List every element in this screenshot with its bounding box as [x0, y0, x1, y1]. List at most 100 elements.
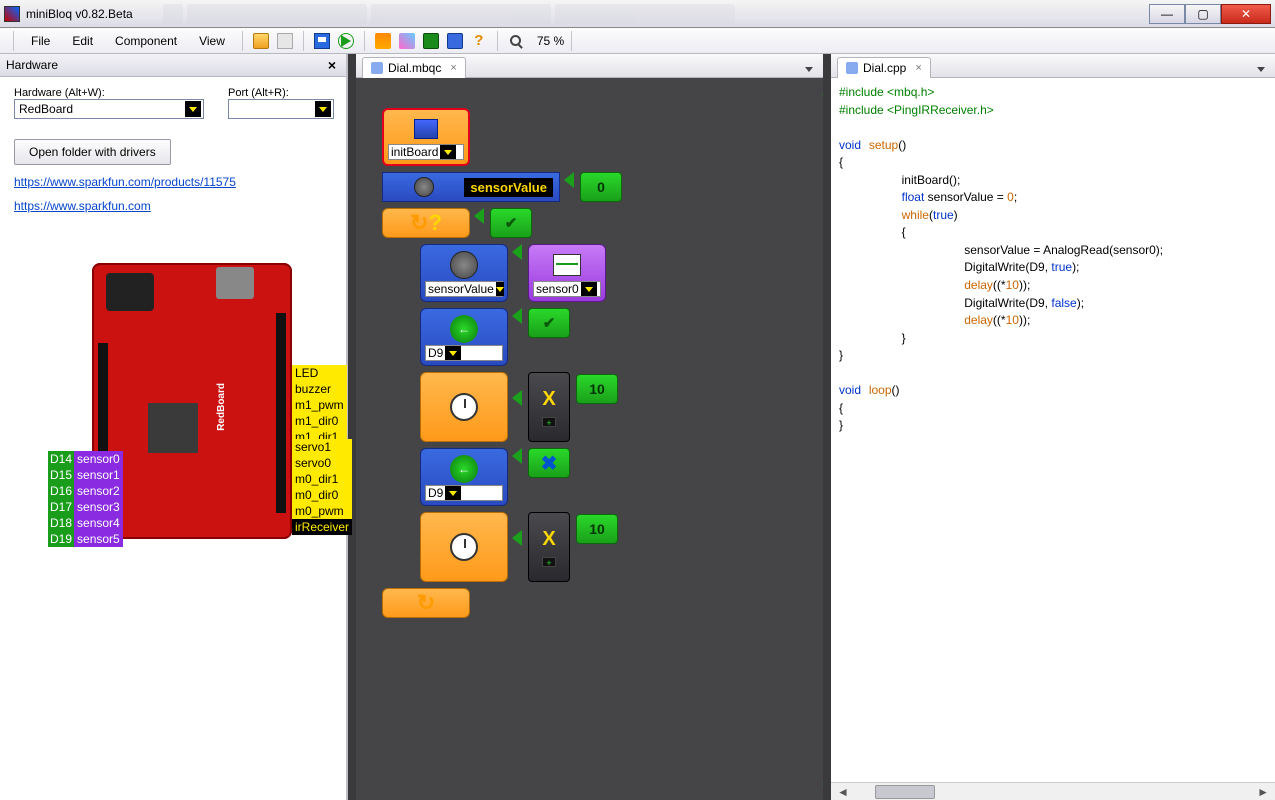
chevron-down-icon — [315, 101, 331, 117]
check-icon: ✔ — [543, 314, 556, 332]
pin-label: m1_pwm — [292, 397, 347, 413]
arrow-left-icon: ← — [450, 455, 478, 483]
block-canvas[interactable]: initBoard sensorValue 0 ↻ ? ✔ — [356, 78, 823, 800]
chevron-down-icon[interactable] — [445, 346, 461, 360]
block-digital-write-d9-false[interactable]: ← D9 — [420, 448, 508, 506]
pin-label: m1_dir0 — [292, 413, 347, 429]
menu-component[interactable]: Component — [105, 31, 187, 51]
maximize-button[interactable]: ▢ — [1185, 4, 1221, 24]
product-link[interactable]: https://www.sparkfun.com/products/11575 — [14, 175, 332, 189]
block-delay-2[interactable] — [420, 512, 508, 582]
file-icon — [846, 62, 858, 74]
horizontal-scrollbar[interactable]: ◄ ► — [831, 782, 1275, 800]
tab-dial-cpp[interactable]: Dial.cpp × — [837, 57, 931, 78]
minimize-button[interactable]: — — [1149, 4, 1185, 24]
block-value-ten[interactable]: 10 — [576, 374, 618, 404]
zoom-icon — [510, 35, 521, 46]
block-digital-write-d9-true[interactable]: ← D9 — [420, 308, 508, 366]
browser-ghost-tab — [187, 4, 367, 24]
close-icon[interactable]: × — [450, 62, 456, 74]
zoom-button[interactable] — [505, 30, 527, 52]
block-analog-read[interactable]: sensor0 — [528, 244, 606, 302]
help-icon: ? — [471, 33, 487, 49]
folder-icon — [253, 33, 269, 49]
vendor-link[interactable]: https://www.sparkfun.com — [14, 199, 332, 213]
question-icon: ? — [428, 210, 441, 236]
pin-label: sensor1 — [74, 467, 123, 483]
add-button[interactable] — [274, 30, 296, 52]
pin-label: sensor4 — [74, 515, 123, 531]
add-icon — [277, 33, 293, 49]
save-button[interactable] — [311, 30, 333, 52]
clock-icon — [450, 533, 478, 561]
block-declare-var[interactable]: sensorValue — [382, 172, 560, 202]
open-drivers-button[interactable]: Open folder with drivers — [14, 139, 171, 165]
sensor-icon — [553, 254, 581, 276]
connector-icon — [512, 448, 522, 464]
run-button[interactable] — [335, 30, 357, 52]
menu-edit[interactable]: Edit — [62, 31, 103, 51]
help-button[interactable]: ? — [468, 30, 490, 52]
block-while[interactable]: ↻ ? — [382, 208, 470, 238]
port-select[interactable] — [228, 99, 334, 119]
clock-icon — [450, 393, 478, 421]
block-initboard[interactable]: initBoard — [382, 108, 470, 166]
block-value-ten[interactable]: 10 — [576, 514, 618, 544]
scrollbar-thumb[interactable] — [875, 785, 935, 799]
tab-menu-button[interactable] — [1253, 61, 1269, 77]
pin-label: m0_dir1 — [292, 471, 352, 487]
hardware-select[interactable]: RedBoard — [14, 99, 204, 119]
menu-file[interactable]: File — [21, 31, 60, 51]
pin-label: servo0 — [292, 455, 352, 471]
block-end-loop[interactable]: ↻ — [382, 588, 470, 618]
loop-icon: ↻ — [417, 590, 435, 616]
splitter[interactable] — [823, 54, 831, 800]
close-icon[interactable]: × — [915, 62, 921, 74]
pin-label: sensor0 — [74, 451, 123, 467]
connector-icon — [512, 390, 522, 406]
chevron-down-icon[interactable] — [581, 282, 597, 296]
monitor-button[interactable] — [444, 30, 466, 52]
menu-view[interactable]: View — [189, 31, 235, 51]
chevron-down-icon[interactable] — [440, 145, 456, 159]
open-button[interactable] — [250, 30, 272, 52]
tools-button[interactable] — [372, 30, 394, 52]
block-true[interactable]: ✔ — [528, 308, 570, 338]
tools-icon — [375, 33, 391, 49]
monitor-icon — [447, 33, 463, 49]
close-button[interactable]: ✕ — [1221, 4, 1271, 24]
chevron-down-icon[interactable] — [445, 486, 461, 500]
block-multiply-2[interactable]: X + — [528, 512, 570, 582]
pin-label: buzzer — [292, 381, 347, 397]
edit-button[interactable] — [396, 30, 418, 52]
block-false[interactable]: ✖ — [528, 448, 570, 478]
block-true[interactable]: ✔ — [490, 208, 532, 238]
pin-label: sensor5 — [74, 531, 123, 547]
board-image: RedBoard LED buzzer m1_pwm m1_dir0 m1_di… — [14, 253, 332, 553]
tab-dial-mbqc[interactable]: Dial.mbqc × — [362, 57, 466, 78]
chevron-down-icon[interactable] — [496, 282, 504, 296]
chip-button[interactable] — [420, 30, 442, 52]
splitter[interactable] — [348, 54, 356, 800]
variable-name: sensorValue — [464, 178, 553, 197]
block-assign-var[interactable]: sensorValue — [420, 244, 508, 302]
block-value-zero[interactable]: 0 — [580, 172, 622, 202]
plus-icon[interactable]: + — [542, 557, 556, 567]
code-editor[interactable]: #include <mbq.h> #include <PingIRReceive… — [831, 78, 1275, 782]
panel-close-button[interactable]: × — [324, 57, 340, 73]
block-delay-1[interactable] — [420, 372, 508, 442]
hardware-panel-title: Hardware — [6, 58, 58, 72]
save-icon — [314, 33, 330, 49]
window-title: miniBloq v0.82.Beta — [26, 7, 133, 21]
canvas-panel: Dial.mbqc × initBoard sensorValue 0 — [356, 54, 823, 800]
tab-menu-button[interactable] — [801, 61, 817, 77]
pin-label: sensor2 — [74, 483, 123, 499]
plus-icon[interactable]: + — [542, 417, 556, 427]
code-panel: Dial.cpp × #include <mbq.h> #include <Pi… — [831, 54, 1275, 800]
block-multiply-1[interactable]: X + — [528, 372, 570, 442]
connector-icon — [564, 172, 574, 188]
connector-icon — [512, 244, 522, 260]
browser-ghost-tab — [371, 4, 551, 24]
connector-icon — [512, 530, 522, 546]
hardware-select-label: Hardware (Alt+W): — [14, 87, 210, 99]
